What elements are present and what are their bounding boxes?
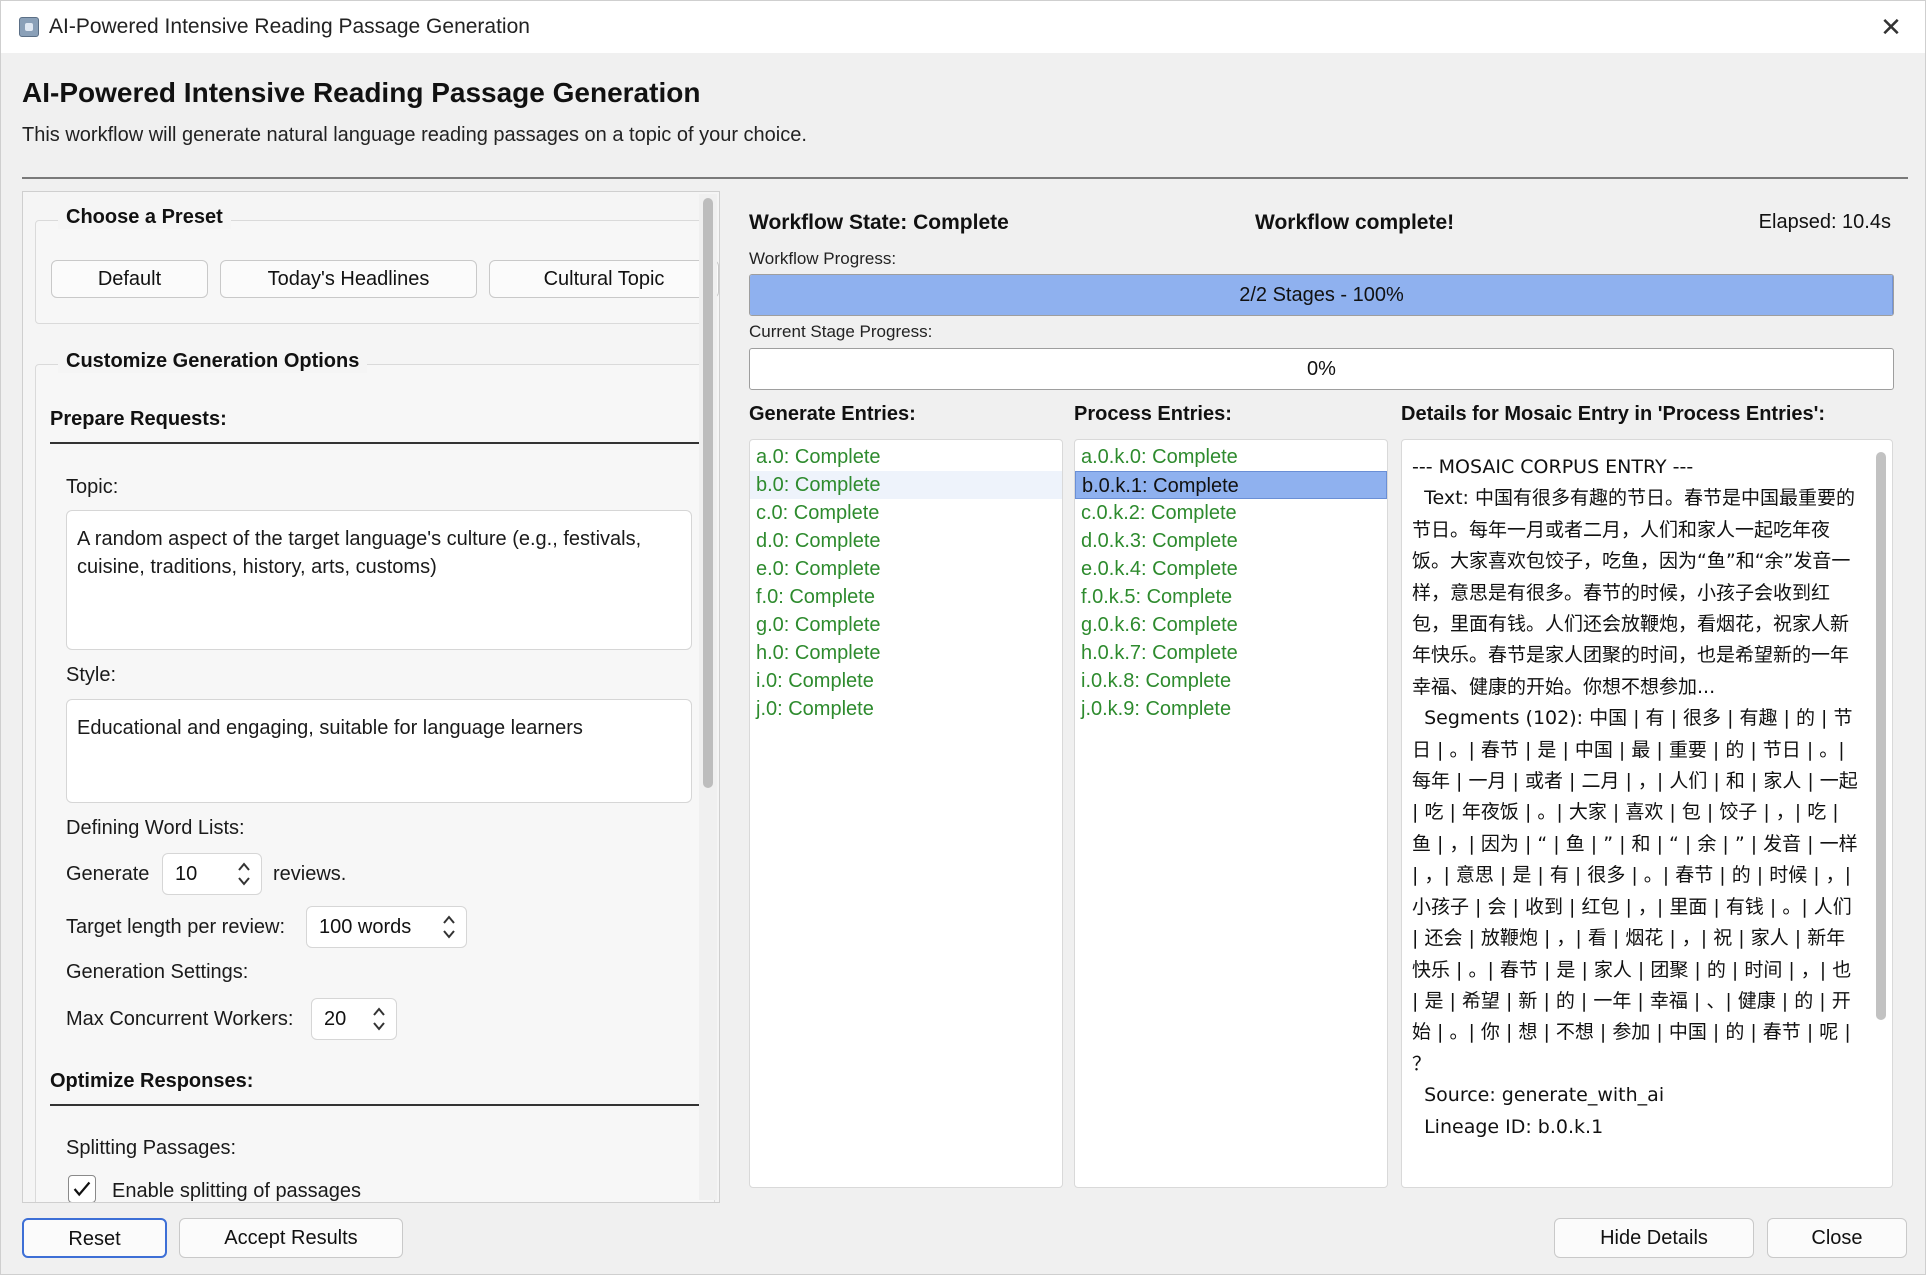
target-length-label: Target length per review: [66,916,286,938]
spin-arrows-icon[interactable] [235,857,253,891]
page-title: AI-Powered Intensive Reading Passage Gen… [22,77,701,108]
spin-arrows-icon[interactable] [440,910,458,944]
accept-results-button[interactable]: Accept Results [179,1218,403,1258]
details-scroll-thumb[interactable] [1876,452,1886,1020]
enable-splitting-label: Enable splitting of passages [112,1180,362,1202]
prepare-requests-heading: Prepare Requests: [50,408,227,430]
topic-label: Topic: [66,476,119,498]
optimize-responses-divider [50,1104,700,1106]
style-label: Style: [66,664,117,686]
generate-count-spinbox[interactable]: 10 [162,853,262,895]
prepare-requests-divider [50,442,700,444]
workflow-progress-label: Workflow Progress: [749,249,897,268]
preset-default-label: Default [97,268,162,290]
workflow-state: Workflow State: Complete [749,211,1009,234]
list-item[interactable]: a.0.k.0: Complete [1075,443,1387,471]
list-item[interactable]: c.0.k.2: Complete [1075,499,1387,527]
process-entries-heading: Process Entries: [1074,403,1232,425]
title-bar: AI-Powered Intensive Reading Passage Gen… [1,1,1925,53]
max-workers-spinbox[interactable]: 20 [311,998,397,1040]
hide-details-label: Hide Details [1600,1227,1708,1249]
generation-settings-label: Generation Settings: [66,961,249,983]
list-item-selected[interactable]: b.0.k.1: Complete [1075,471,1387,499]
hide-details-button[interactable]: Hide Details [1554,1218,1754,1258]
list-item[interactable]: g.0: Complete [750,611,1062,639]
list-item[interactable]: e.0.k.4: Complete [1075,555,1387,583]
list-item[interactable]: i.0: Complete [750,667,1062,695]
details-scrollbar[interactable] [1874,446,1888,1026]
preset-headlines-label: Today's Headlines [267,268,430,290]
target-length-value: 100 words [319,916,412,938]
page-subtitle: This workflow will generate natural lang… [22,124,807,146]
list-item[interactable]: j.0: Complete [750,695,1062,723]
details-panel[interactable]: --- MOSAIC CORPUS ENTRY --- Text: 中国有很多有… [1401,439,1893,1188]
list-item[interactable]: i.0.k.8: Complete [1075,667,1387,695]
checkmark-icon [73,1181,91,1197]
generate-entries-list[interactable]: a.0: Complete b.0: Complete c.0: Complet… [749,439,1063,1188]
app-icon [19,17,39,37]
details-heading: Details for Mosaic Entry in 'Process Ent… [1401,403,1826,425]
list-item[interactable]: j.0.k.9: Complete [1075,695,1387,723]
accept-results-label: Accept Results [224,1227,358,1249]
list-item[interactable]: h.0: Complete [750,639,1062,667]
list-item[interactable]: g.0.k.6: Complete [1075,611,1387,639]
elapsed-time: Elapsed: 10.4s [1758,211,1891,233]
workflow-progress-text: 2/2 Stages - 100% [1239,284,1404,306]
details-text: --- MOSAIC CORPUS ENTRY --- Text: 中国有很多有… [1412,456,1858,1138]
list-item[interactable]: f.0.k.5: Complete [1075,583,1387,611]
stage-progress-label: Current Stage Progress: [749,322,933,341]
enable-splitting-checkbox[interactable] [68,1175,96,1202]
window-close-icon[interactable]: ✕ [1875,11,1907,43]
window-title: AI-Powered Intensive Reading Passage Gen… [49,15,530,38]
list-item[interactable]: h.0.k.7: Complete [1075,639,1387,667]
stage-progress-bar: 0% [749,348,1894,390]
generate-entries-heading: Generate Entries: [749,403,916,425]
preset-headlines-button[interactable]: Today's Headlines [220,260,477,298]
preset-cultural-button[interactable]: Cultural Topic [489,260,719,298]
reviews-label: reviews. [273,863,347,885]
list-item[interactable]: f.0: Complete [750,583,1062,611]
stage-progress-text: 0% [1307,358,1336,380]
preset-cultural-label: Cultural Topic [543,268,665,290]
reset-label: Reset [68,1228,121,1250]
preset-default-button[interactable]: Default [51,260,208,298]
generate-count-value: 10 [175,863,198,885]
topic-textarea[interactable]: A random aspect of the target language's… [66,510,692,650]
list-item[interactable]: e.0: Complete [750,555,1062,583]
splitting-label: Splitting Passages: [66,1137,237,1159]
options-scroll-thumb[interactable] [703,198,713,788]
max-workers-value: 20 [324,1008,347,1030]
list-item[interactable]: d.0.k.3: Complete [1075,527,1387,555]
word-lists-label: Defining Word Lists: [66,817,245,839]
list-item[interactable]: c.0: Complete [750,499,1062,527]
spin-arrows-icon[interactable] [370,1002,388,1036]
reset-button[interactable]: Reset [22,1218,167,1258]
options-scrollbar[interactable] [699,194,717,1200]
optimize-responses-heading: Optimize Responses: [50,1070,254,1092]
target-length-spinbox[interactable]: 100 words [306,906,467,948]
options-pane[interactable]: Choose a Preset Default Today's Headline… [22,191,720,1203]
dialog-window: AI-Powered Intensive Reading Passage Gen… [0,0,1926,1275]
preset-group-label: Choose a Preset [58,206,231,229]
max-workers-label: Max Concurrent Workers: [66,1008,294,1030]
workflow-progress-bar: 2/2 Stages - 100% [749,274,1894,316]
style-textarea[interactable]: Educational and engaging, suitable for l… [66,699,692,803]
generate-label: Generate [66,863,150,885]
customize-group-label: Customize Generation Options [58,350,368,373]
close-button[interactable]: Close [1767,1218,1907,1258]
process-entries-list[interactable]: a.0.k.0: Complete b.0.k.1: Complete c.0.… [1074,439,1388,1188]
close-label: Close [1811,1227,1863,1249]
workflow-message: Workflow complete! [1255,211,1455,234]
list-item[interactable]: b.0: Complete [750,471,1062,499]
list-item[interactable]: a.0: Complete [750,443,1062,471]
list-item[interactable]: d.0: Complete [750,527,1062,555]
header-divider [22,177,1908,179]
